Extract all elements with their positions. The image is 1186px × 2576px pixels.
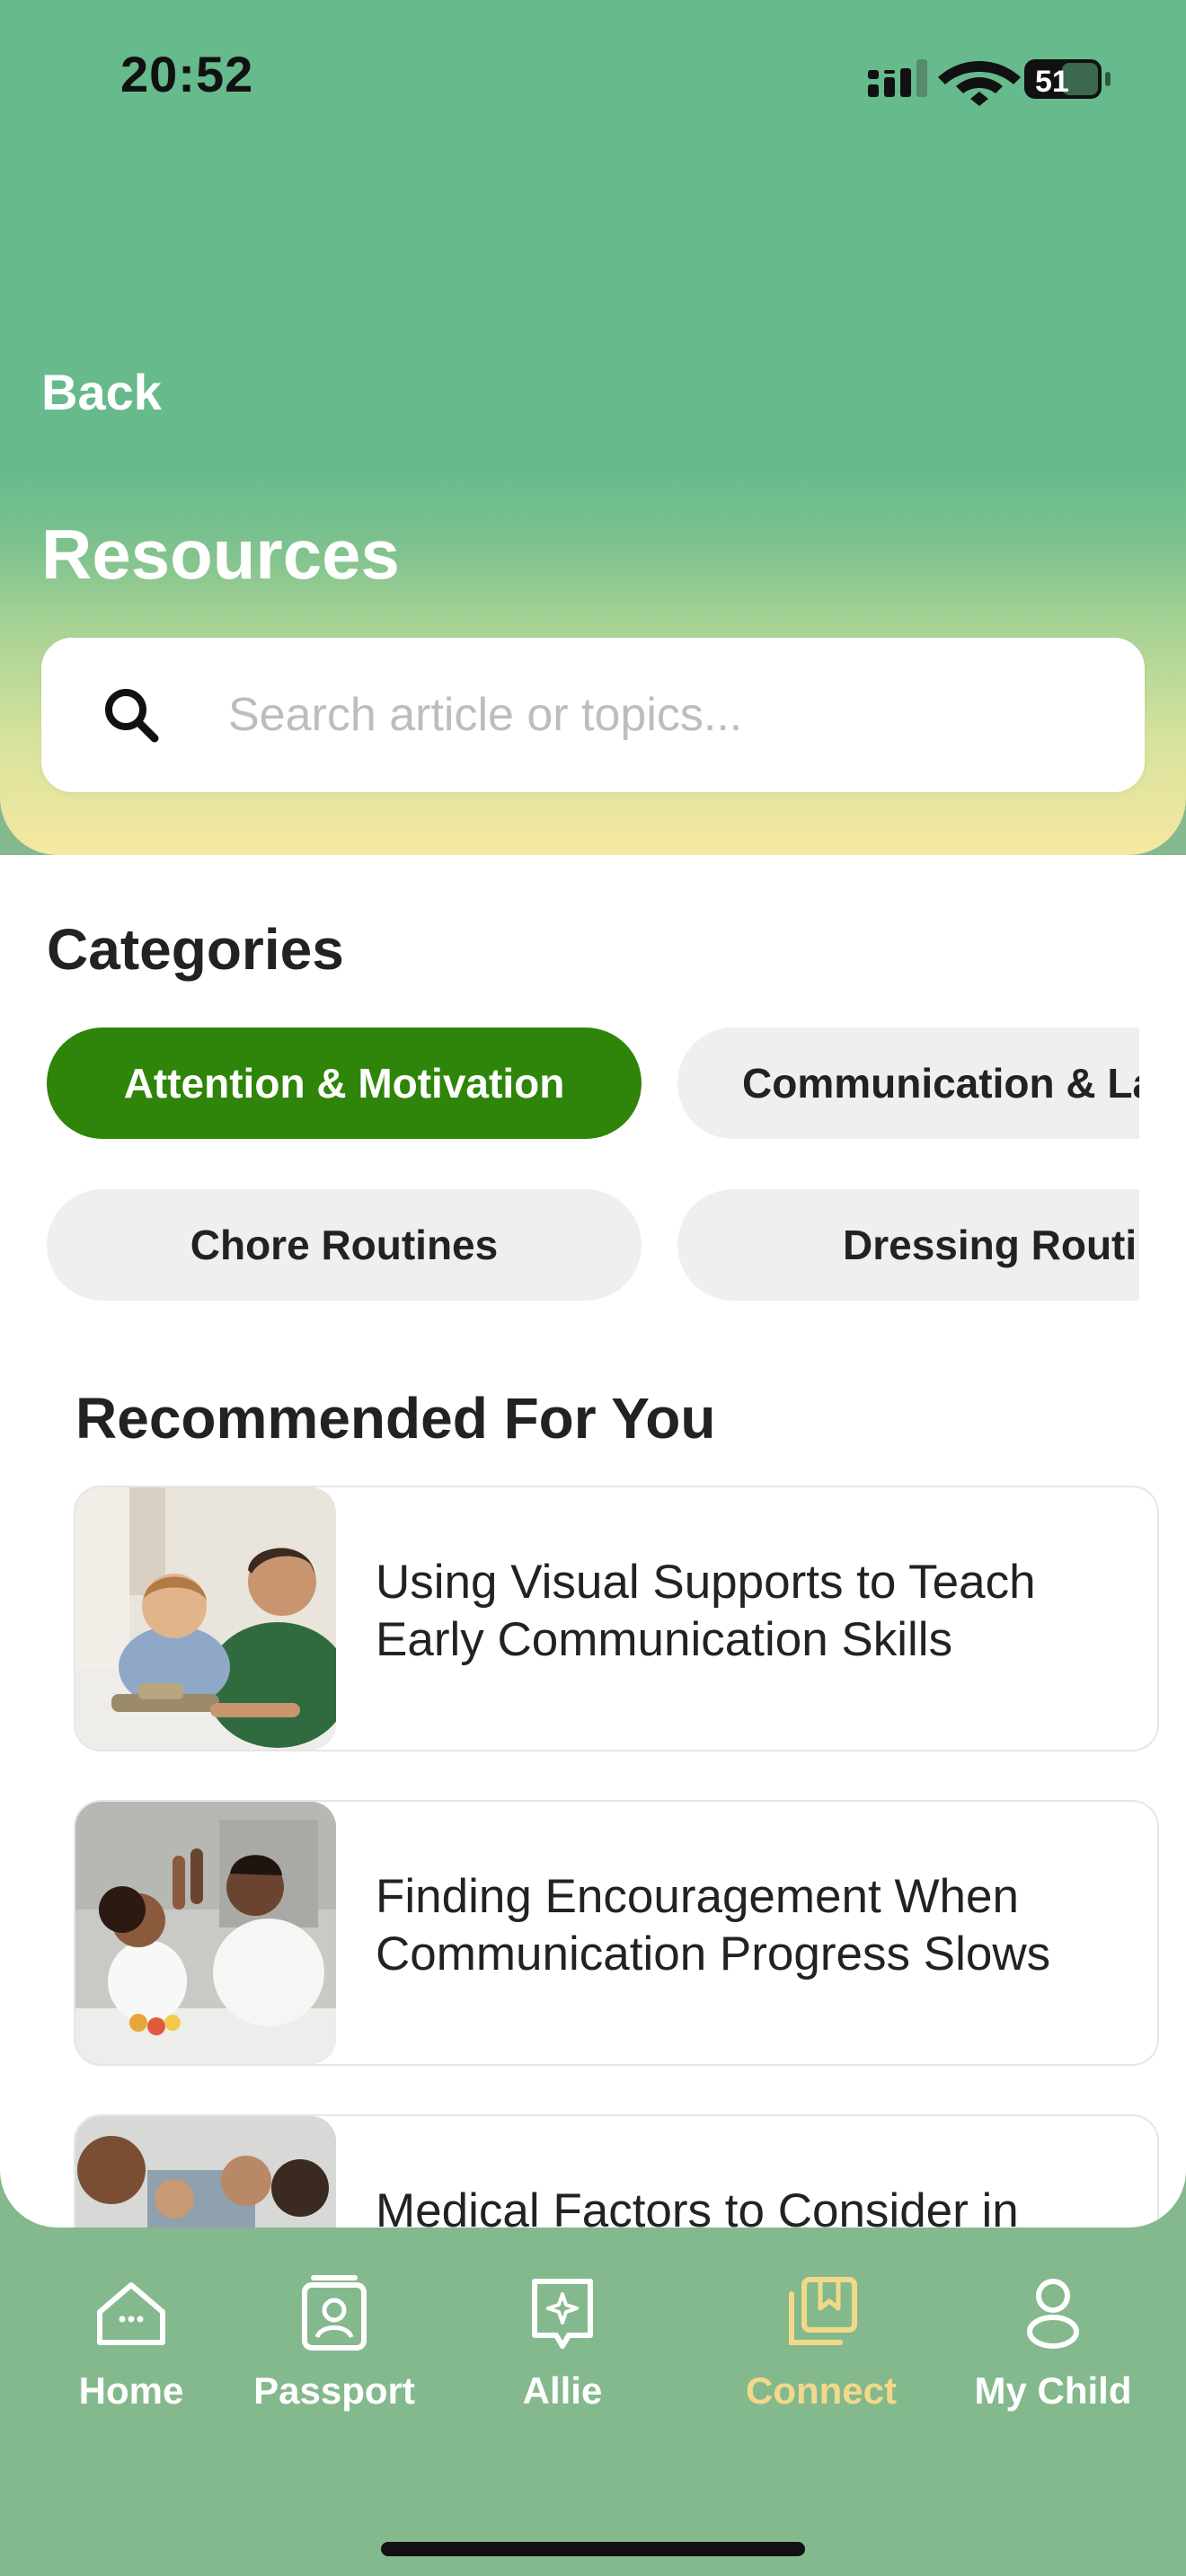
search-input[interactable] [226, 674, 1093, 756]
status-time: 20:52 [120, 46, 254, 102]
tab-home[interactable]: Home [41, 2272, 221, 2413]
chip-dressing-routines[interactable]: Dressing Routines [677, 1189, 1139, 1301]
article-title: Medical Factors to Consider in [376, 2184, 1019, 2228]
back-button[interactable]: Back [41, 363, 162, 421]
article-title: Using Visual Supports to Teach Early Com… [376, 1556, 1036, 1666]
tab-connect[interactable]: Connect [731, 2272, 911, 2413]
article-thumbnail-image [75, 1802, 336, 2064]
tab-my-child[interactable]: My Child [963, 2272, 1143, 2413]
chip-attention-motivation[interactable]: Attention & Motivation [47, 1028, 642, 1139]
recommended-title: Recommended For You [75, 1386, 716, 1451]
article-card[interactable]: Medical Factors to Consider in [74, 2114, 1159, 2228]
passport-icon [302, 2275, 367, 2351]
status-icons: 51 [868, 59, 1111, 106]
tab-allie[interactable]: Allie [473, 2272, 652, 2413]
tab-label: Home [78, 2369, 184, 2412]
category-chips: Attention & Motivation Communication & L… [47, 1028, 1139, 1315]
categories-title: Categories [47, 917, 344, 982]
tab-label: Passport [253, 2369, 415, 2412]
home-icon [97, 2282, 165, 2345]
person-icon [1027, 2279, 1079, 2349]
allie-icon [532, 2279, 593, 2349]
home-indicator [381, 2542, 805, 2556]
battery-level: 51 [1035, 65, 1069, 99]
search-bar[interactable] [41, 638, 1145, 792]
chip-communication-language[interactable]: Communication & Language [677, 1028, 1139, 1139]
tab-passport[interactable]: Passport [244, 2272, 424, 2413]
chip-chore-routines[interactable]: Chore Routines [47, 1189, 642, 1301]
search-icon [105, 689, 159, 743]
article-thumbnail-image [75, 2116, 336, 2228]
battery-icon: 51 [1024, 59, 1111, 99]
wifi-icon [938, 61, 1021, 106]
article-title: Finding Encouragement When Communication… [376, 1870, 1051, 1981]
content-area: Categories Attention & Motivation Commun… [0, 855, 1186, 2228]
connect-icon [789, 2277, 857, 2345]
header: 20:52 51 Back Resources [0, 0, 1186, 855]
page-title: Resources [41, 515, 400, 594]
tab-bar: Home Passport Allie Connect My Child [0, 2228, 1186, 2576]
article-thumbnail-image [75, 1487, 336, 1750]
article-card[interactable]: Finding Encouragement When Communication… [74, 1800, 1159, 2066]
tab-label: Connect [746, 2369, 897, 2412]
tab-label: My Child [974, 2369, 1132, 2412]
article-card[interactable]: Using Visual Supports to Teach Early Com… [74, 1486, 1159, 1751]
cellular-signal-icon [868, 59, 927, 97]
tab-label: Allie [522, 2369, 603, 2412]
